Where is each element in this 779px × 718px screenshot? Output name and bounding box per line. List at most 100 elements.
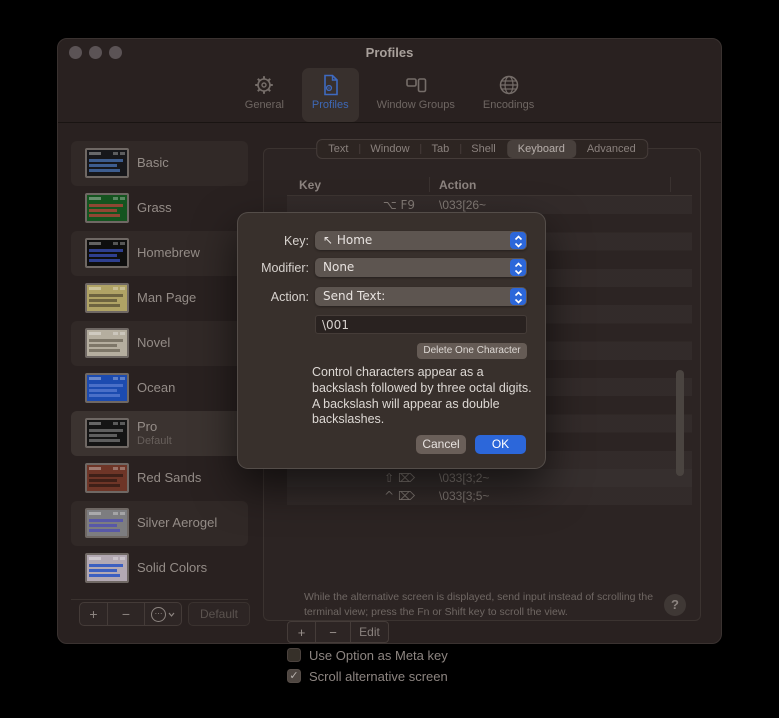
column-header-key[interactable]: Key: [299, 178, 321, 192]
action-cell: \033[3;2~: [439, 471, 489, 485]
profile-name: Man Page: [137, 290, 196, 305]
minus-icon: −: [122, 606, 130, 622]
profile-document-icon: [318, 73, 342, 97]
key-popup[interactable]: ↖ Home: [315, 231, 527, 250]
remove-binding-button[interactable]: −: [316, 621, 351, 643]
action-cell: \033[3;5~: [439, 489, 489, 503]
tab-text[interactable]: Text: [317, 140, 359, 158]
toolbar-label-general: General: [245, 99, 284, 111]
profile-thumbnail: [85, 463, 129, 493]
profile-thumbnail: [85, 418, 129, 448]
toolbar: General Profiles Window Groups: [58, 65, 721, 122]
profile-row-solid-colors[interactable]: Solid Colors: [71, 546, 248, 591]
tab-shell[interactable]: Shell: [460, 140, 506, 158]
edit-binding-button[interactable]: Edit: [351, 621, 389, 643]
profile-name: Homebrew: [137, 245, 200, 260]
sidebar-footer-divider: [71, 599, 248, 600]
add-binding-button[interactable]: +: [287, 621, 316, 643]
window-groups-icon: [404, 73, 428, 97]
tab-tab[interactable]: Tab: [421, 140, 461, 158]
tab-window[interactable]: Window: [359, 140, 420, 158]
toolbar-item-general[interactable]: General: [235, 68, 294, 122]
check-icon: ✓: [289, 670, 298, 682]
key-cell: ⌥ F9: [287, 198, 415, 212]
profile-thumbnail: [85, 283, 129, 313]
profile-thumbnail: [85, 193, 129, 223]
profile-thumbnail: [85, 508, 129, 538]
remove-profile-button[interactable]: −: [108, 602, 145, 626]
key-cell: ^ ⌦: [287, 489, 415, 503]
question-mark-icon: ?: [671, 597, 679, 612]
action-popup-value: Send Text:: [323, 289, 385, 303]
plus-icon: +: [298, 625, 306, 640]
cancel-button[interactable]: Cancel: [416, 435, 466, 454]
ellipsis-circle-icon: ⋯: [151, 607, 166, 622]
profile-actions-menu-button[interactable]: ⋯: [145, 602, 182, 626]
add-profile-button[interactable]: +: [79, 602, 108, 626]
popup-stepper-capsule: [510, 288, 526, 305]
checkbox-label: Scroll alternative screen: [309, 669, 448, 684]
checkbox-label: Use Option as Meta key: [309, 648, 448, 663]
profile-row-homebrew[interactable]: Homebrew: [71, 231, 248, 276]
toolbar-label-profiles: Profiles: [312, 99, 349, 111]
profile-row-man-page[interactable]: Man Page: [71, 276, 248, 321]
profile-row-silver-aerogel[interactable]: Silver Aerogel: [71, 501, 248, 546]
profile-row-ocean[interactable]: Ocean: [71, 366, 248, 411]
toolbar-item-encodings[interactable]: Encodings: [473, 68, 544, 122]
help-button[interactable]: ?: [664, 594, 686, 616]
toolbar-divider: [58, 122, 721, 123]
profile-name: Red Sands: [137, 470, 201, 485]
checkbox-checked[interactable]: ✓: [287, 669, 301, 683]
profile-name: Pro: [137, 419, 157, 434]
column-header-action[interactable]: Action: [439, 178, 476, 192]
delete-one-character-button[interactable]: Delete One Character: [417, 343, 527, 359]
table-scrollbar[interactable]: [676, 370, 684, 476]
up-down-chevrons-icon: [514, 262, 523, 275]
popup-stepper-capsule: [510, 232, 526, 249]
profile-thumbnail: [85, 238, 129, 268]
toolbar-item-profiles[interactable]: Profiles: [302, 68, 359, 122]
minus-icon: −: [329, 625, 337, 640]
profile-row-grass[interactable]: Grass: [71, 186, 248, 231]
ok-button[interactable]: OK: [475, 435, 526, 454]
profile-thumbnail: [85, 553, 129, 583]
plus-icon: +: [89, 606, 97, 622]
chevron-down-icon: [168, 612, 175, 617]
table-row[interactable]: ^ ⌦ \033[3;5~: [287, 487, 692, 505]
send-text-input[interactable]: \001: [315, 315, 527, 334]
column-divider: [670, 177, 671, 192]
window-title: Profiles: [58, 45, 721, 60]
set-default-button[interactable]: Default: [188, 602, 250, 626]
tab-advanced[interactable]: Advanced: [576, 140, 647, 158]
tab-keyboard[interactable]: Keyboard: [507, 140, 576, 158]
edit-button-label: Edit: [359, 625, 380, 639]
toolbar-item-window-groups[interactable]: Window Groups: [367, 68, 465, 122]
action-popup[interactable]: Send Text:: [315, 287, 527, 306]
profile-row-novel[interactable]: Novel: [71, 321, 248, 366]
table-row-selected[interactable]: ⇧ ⌦ \033[3;2~: [287, 469, 692, 487]
key-cell: ⇧ ⌦: [287, 471, 415, 485]
up-down-chevrons-icon: [514, 291, 523, 304]
profile-name: Silver Aerogel: [137, 515, 217, 530]
profile-name: Basic: [137, 155, 169, 170]
default-button-label: Default: [200, 607, 238, 621]
checkbox-unchecked[interactable]: [287, 648, 301, 662]
modifier-label: Modifier:: [238, 261, 309, 275]
globe-icon: [497, 73, 521, 97]
profile-name: Novel: [137, 335, 170, 350]
profile-row-basic[interactable]: Basic: [71, 141, 248, 186]
profile-thumbnail: [85, 148, 129, 178]
profile-row-red-sands[interactable]: Red Sands: [71, 456, 248, 501]
table-footer-buttons: + − Edit: [287, 621, 389, 643]
modifier-popup-value: None: [323, 260, 354, 274]
action-cell: \033[26~: [439, 198, 486, 212]
profile-thumbnail: [85, 373, 129, 403]
profile-name: Ocean: [137, 380, 175, 395]
column-divider: [429, 177, 430, 192]
control-characters-note: Control characters appear as a backslash…: [312, 365, 537, 428]
toolbar-label-window-groups: Window Groups: [377, 99, 455, 111]
profile-row-pro[interactable]: Pro Default: [71, 411, 248, 456]
titlebar[interactable]: Profiles: [58, 39, 721, 65]
toolbar-label-encodings: Encodings: [483, 99, 534, 111]
modifier-popup[interactable]: None: [315, 258, 527, 277]
